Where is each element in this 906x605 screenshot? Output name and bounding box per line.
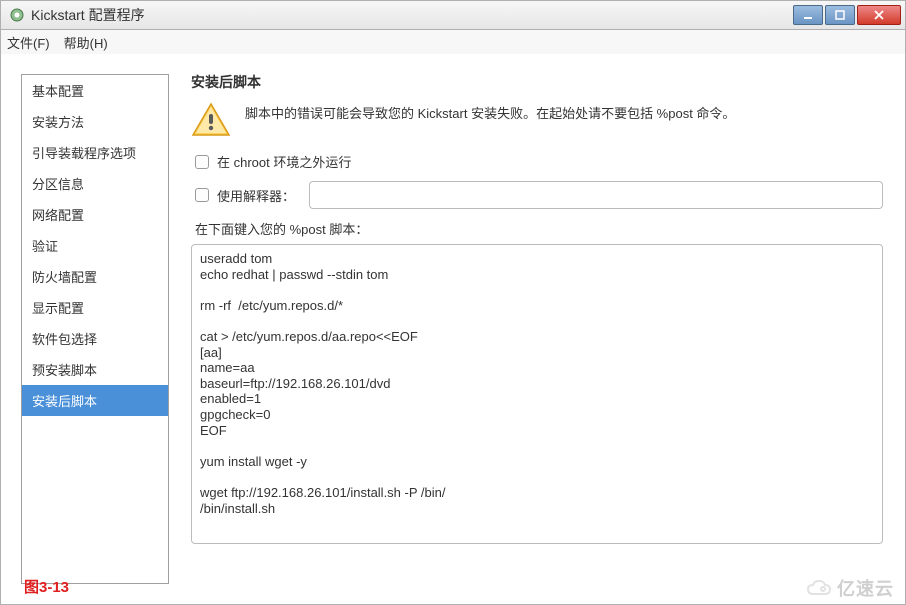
minimize-button[interactable] — [793, 5, 823, 25]
post-script-textarea[interactable] — [191, 244, 883, 544]
page-title: 安装后脚本 — [191, 72, 883, 92]
warning-row: 脚本中的错误可能会导致您的 Kickstart 安装失败。在起始处请不要包括 %… — [191, 102, 883, 138]
title-bar: Kickstart 配置程序 — [0, 0, 906, 30]
warning-text: 脚本中的错误可能会导致您的 Kickstart 安装失败。在起始处请不要包括 %… — [245, 102, 735, 124]
chroot-row: 在 chroot 环境之外运行 — [195, 152, 883, 171]
watermark-text: 亿速云 — [837, 575, 894, 601]
content-pane: 安装后脚本 脚本中的错误可能会导致您的 Kickstart 安装失败。在起始处请… — [169, 54, 905, 604]
sidebar-item-network[interactable]: 网络配置 — [22, 199, 168, 230]
sidebar-item-pre-script[interactable]: 预安装脚本 — [22, 354, 168, 385]
sidebar-item-display[interactable]: 显示配置 — [22, 292, 168, 323]
menu-help[interactable]: 帮助(H) — [64, 33, 108, 52]
script-label: 在下面键入您的 %post 脚本： — [195, 219, 883, 238]
interpreter-row: 使用解释器： — [195, 181, 883, 209]
sidebar-item-basic[interactable]: 基本配置 — [22, 75, 168, 106]
sidebar-item-post-script[interactable]: 安装后脚本 — [22, 385, 168, 416]
sidebar-item-partition[interactable]: 分区信息 — [22, 168, 168, 199]
menu-file[interactable]: 文件(F) — [7, 33, 50, 52]
maximize-button[interactable] — [825, 5, 855, 25]
figure-label: 图3-13 — [24, 576, 69, 597]
client-area: 基本配置 安装方法 引导装载程序选项 分区信息 网络配置 验证 防火墙配置 显示… — [0, 54, 906, 605]
chroot-checkbox[interactable] — [195, 155, 209, 169]
sidebar-item-auth[interactable]: 验证 — [22, 230, 168, 261]
interpreter-checkbox[interactable] — [195, 188, 209, 202]
app-icon — [9, 7, 25, 23]
interpreter-input[interactable] — [309, 181, 883, 209]
sidebar-item-packages[interactable]: 软件包选择 — [22, 323, 168, 354]
window-controls — [793, 5, 901, 25]
interpreter-label: 使用解释器： — [217, 186, 295, 205]
sidebar-item-bootloader[interactable]: 引导装载程序选项 — [22, 137, 168, 168]
sidebar-item-firewall[interactable]: 防火墙配置 — [22, 261, 168, 292]
sidebar: 基本配置 安装方法 引导装载程序选项 分区信息 网络配置 验证 防火墙配置 显示… — [21, 74, 169, 584]
sidebar-item-install-method[interactable]: 安装方法 — [22, 106, 168, 137]
close-button[interactable] — [857, 5, 901, 25]
menu-bar: 文件(F) 帮助(H) — [0, 30, 906, 54]
watermark: 亿速云 — [805, 575, 894, 601]
chroot-label: 在 chroot 环境之外运行 — [217, 152, 351, 171]
window-title: Kickstart 配置程序 — [31, 5, 793, 25]
warning-icon — [191, 102, 231, 138]
